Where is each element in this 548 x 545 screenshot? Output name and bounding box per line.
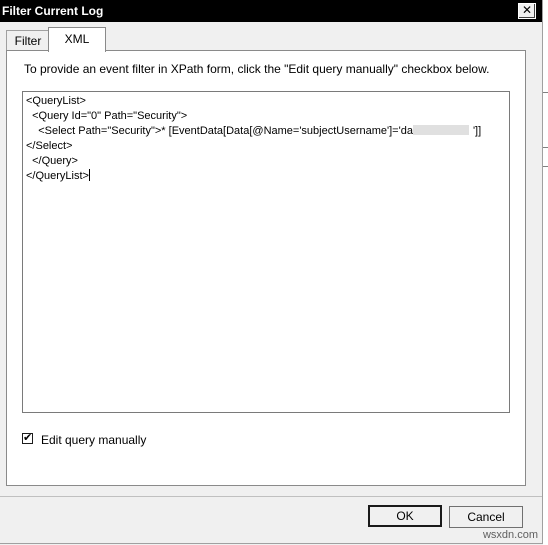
close-icon: ✕ bbox=[521, 3, 533, 17]
title-bar: Filter Current Log ✕ bbox=[0, 0, 542, 22]
query-line: <Select Path="Security">* [EventData[Dat… bbox=[26, 124, 509, 139]
ok-button[interactable]: OK bbox=[368, 505, 442, 527]
footer-divider bbox=[0, 496, 542, 497]
query-line: </Select> bbox=[26, 140, 73, 152]
edit-query-checkbox[interactable]: ✔ bbox=[22, 433, 33, 444]
background-window-strip bbox=[543, 0, 548, 545]
query-line: </Query> bbox=[26, 155, 78, 167]
watermark: wsxdn.com bbox=[482, 529, 538, 541]
tab-xml-label: XML bbox=[64, 32, 90, 46]
filter-dialog: Filter Current Log ✕ Filter XML To provi… bbox=[0, 0, 543, 544]
close-button[interactable]: ✕ bbox=[518, 3, 536, 19]
tab-filter[interactable]: Filter bbox=[6, 30, 50, 51]
redacted-username bbox=[412, 125, 469, 135]
query-line: </QueryList> bbox=[26, 169, 509, 184]
background-divider bbox=[543, 147, 548, 148]
cancel-button[interactable]: Cancel bbox=[449, 506, 523, 528]
dialog-title: Filter Current Log bbox=[2, 4, 104, 18]
query-text-area[interactable]: <QueryList> <Query Id="0" Path="Security… bbox=[22, 91, 510, 413]
text-caret bbox=[88, 169, 90, 181]
edit-query-label[interactable]: Edit query manually bbox=[41, 433, 146, 447]
query-line-end: ']] bbox=[472, 125, 482, 137]
tab-xml[interactable]: XML bbox=[48, 27, 106, 52]
tab-filter-label: Filter bbox=[14, 34, 42, 48]
query-line: <Query Id="0" Path="Security"> bbox=[26, 110, 188, 122]
query-line-text: </QueryList> bbox=[26, 170, 89, 182]
query-line: <QueryList> bbox=[26, 95, 86, 107]
query-line-text: <Select Path="Security">* [EventData[Dat… bbox=[26, 125, 413, 137]
background-divider bbox=[543, 166, 548, 167]
background-divider bbox=[543, 92, 548, 93]
checkmark-icon: ✔ bbox=[23, 432, 33, 444]
instruction-text: To provide an event filter in XPath form… bbox=[24, 62, 490, 76]
